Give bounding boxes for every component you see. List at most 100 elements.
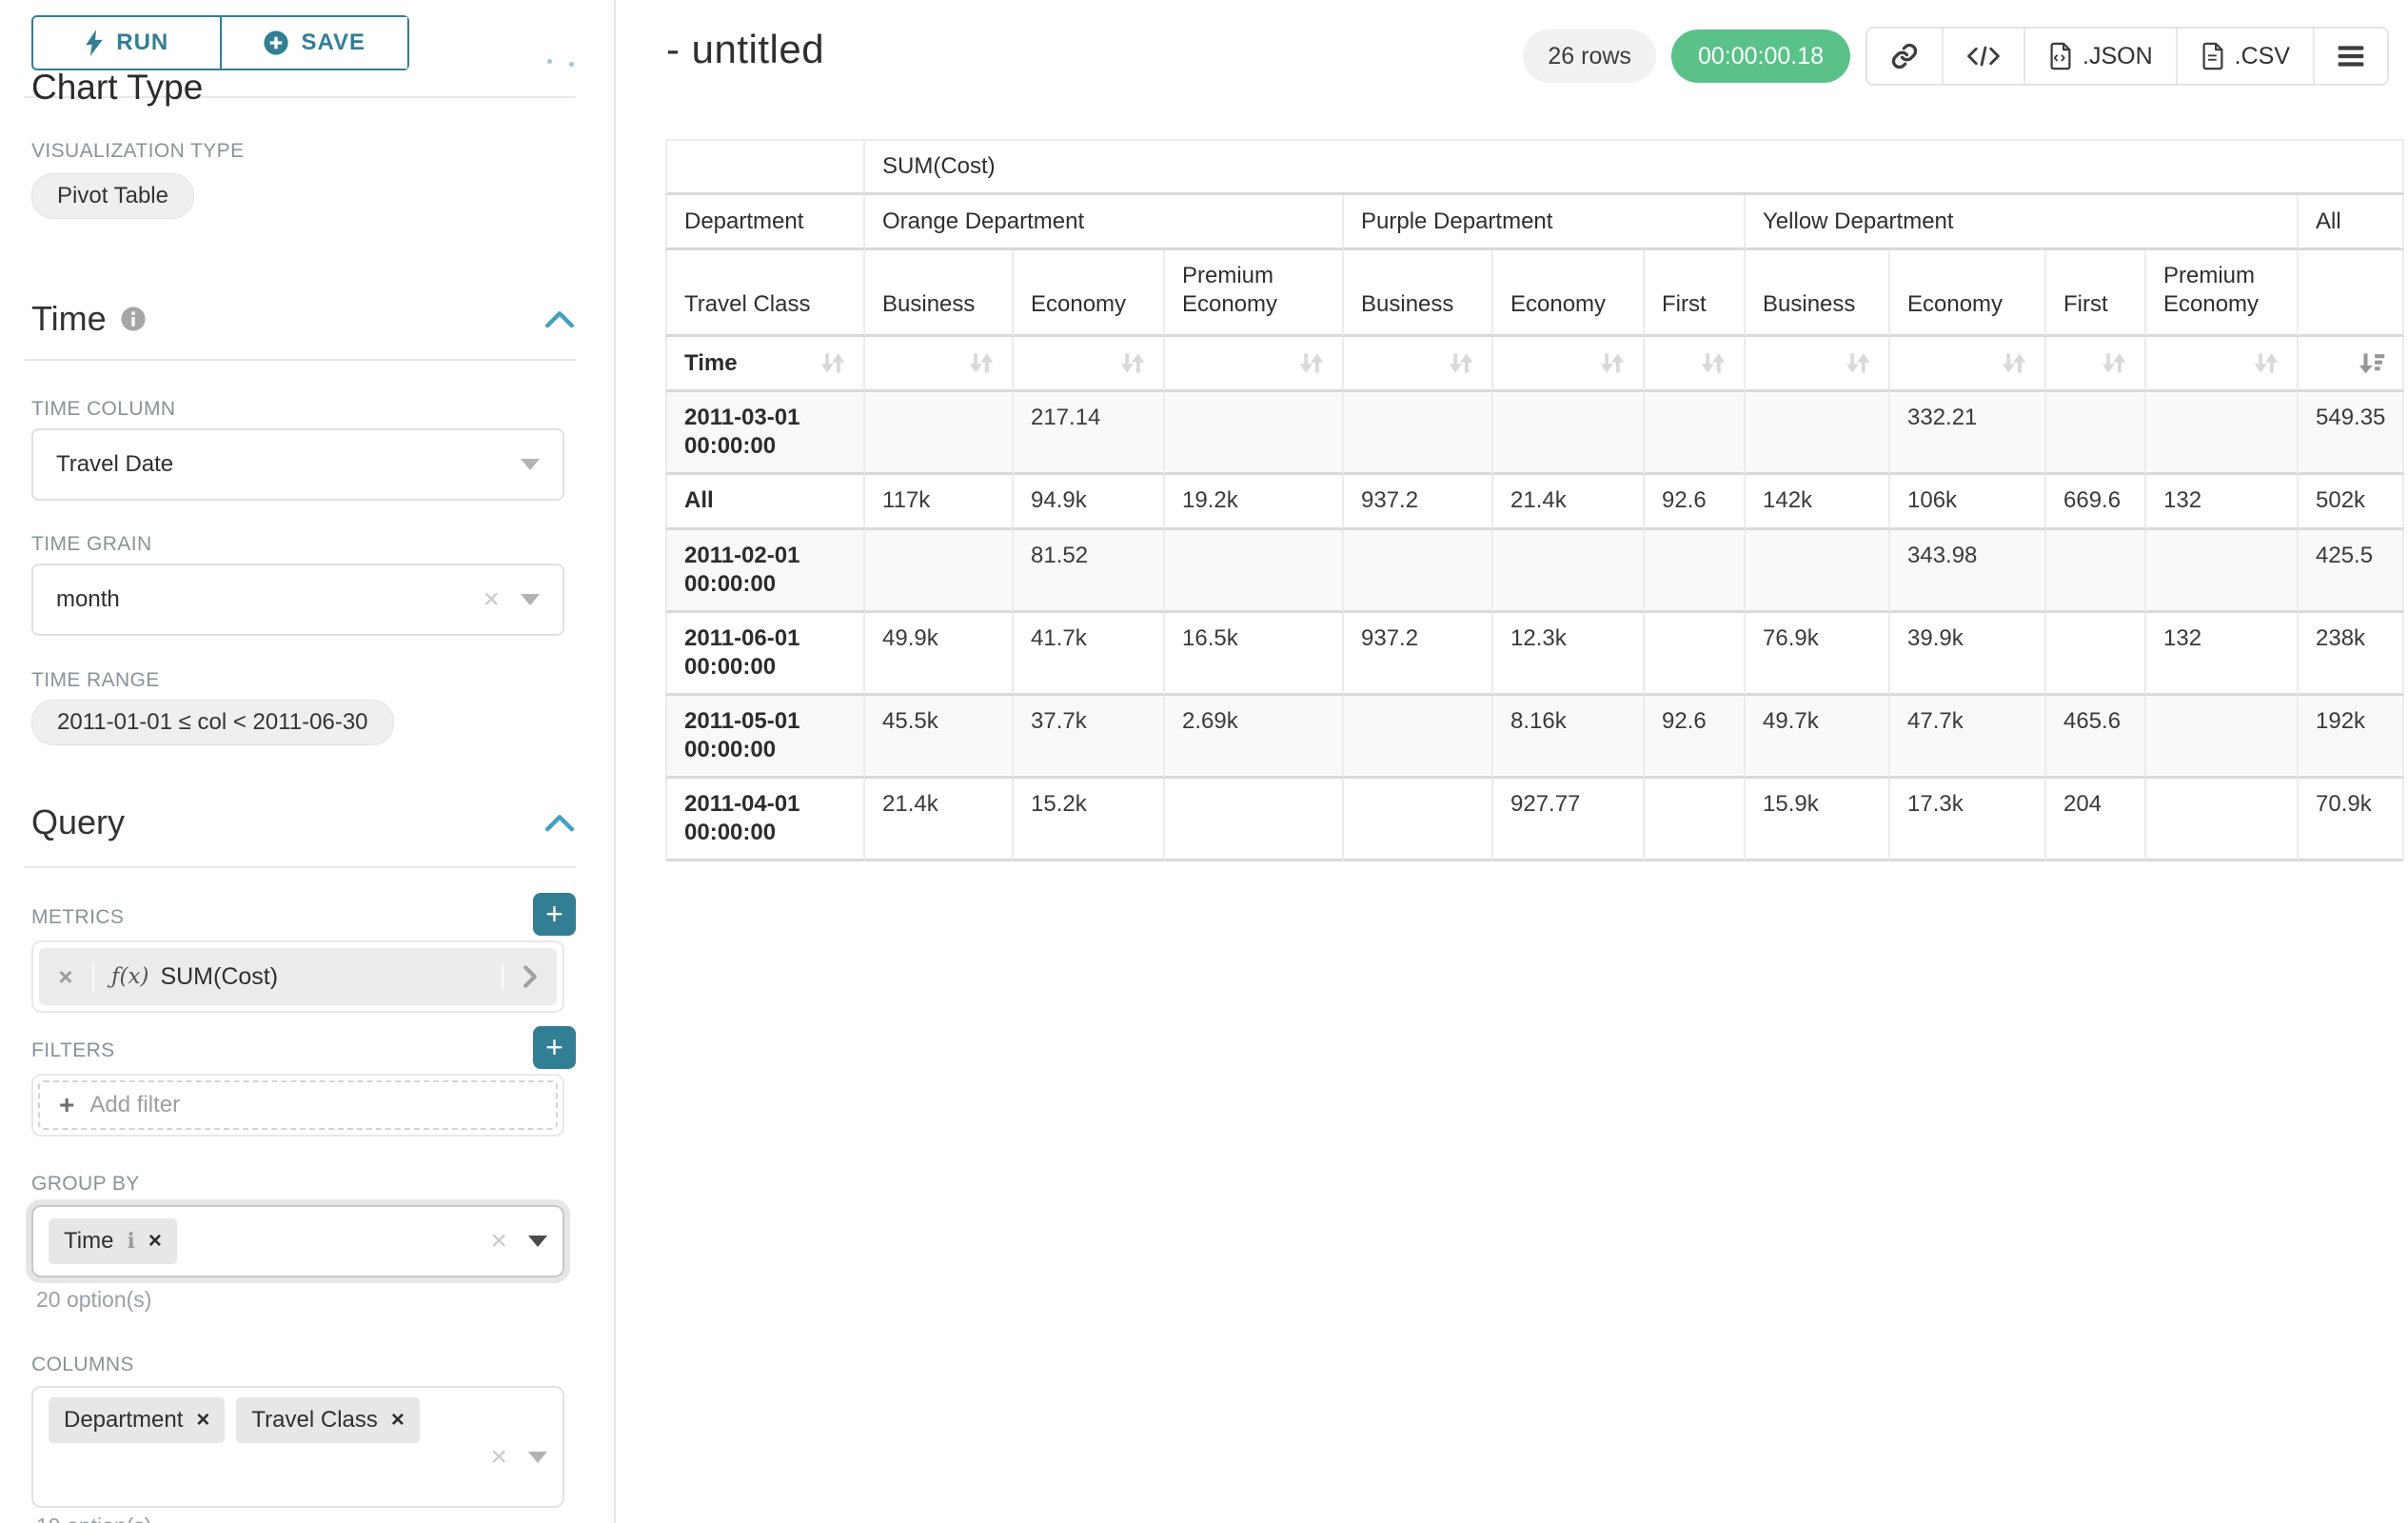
selected-option-chip[interactable]: Timei×	[49, 1218, 177, 1264]
pivot-sort-cell[interactable]	[1890, 337, 2046, 392]
add-filter-dropzone[interactable]: + Add filter	[38, 1080, 558, 1130]
add-metric-button[interactable]: +	[533, 893, 576, 936]
pivot-data-row: 2011-05-01 00:00:0045.5k37.7k2.69k8.16k9…	[665, 696, 2404, 779]
sort-icon	[1700, 351, 1727, 375]
selected-option-chip[interactable]: Travel Class×	[236, 1397, 419, 1443]
pivot-cell: 76.9k	[1746, 613, 1890, 696]
filters-label: FILTERS	[31, 1039, 115, 1062]
pivot-cell: 15.9k	[1746, 779, 1890, 861]
export-csv-label: .CSV	[2235, 43, 2290, 70]
pivot-cell: 8.16k	[1493, 696, 1645, 779]
caret-down-icon	[528, 1452, 547, 1463]
pivot-cell: 549.35	[2299, 392, 2404, 475]
sort-icon	[968, 351, 995, 375]
remove-metric-icon[interactable]: ×	[39, 962, 94, 992]
pivot-sort-cell[interactable]	[2146, 337, 2299, 392]
export-json-label: .JSON	[2082, 43, 2153, 70]
chevron-right-icon[interactable]	[523, 964, 538, 989]
pivot-sort-cell[interactable]	[2299, 337, 2404, 392]
time-row-label: Time	[684, 349, 738, 378]
run-save-button-group: RUN SAVE	[31, 15, 409, 70]
pivot-cell: 92.6	[1645, 475, 1746, 530]
pivot-cell: 425.5	[2299, 530, 2404, 613]
share-link-button[interactable]	[1867, 29, 1942, 84]
clear-icon[interactable]: ×	[490, 1227, 507, 1256]
selected-option-chip[interactable]: Department×	[49, 1397, 225, 1443]
pivot-cell	[1344, 696, 1493, 779]
time-grain-select[interactable]: month ×	[31, 564, 564, 636]
pivot-col-header: Economy	[1890, 250, 2046, 337]
pivot-cell: 502k	[2299, 475, 2404, 530]
pivot-data-row: 2011-03-01 00:00:00217.14332.21549.35	[665, 392, 2404, 475]
pivot-sort-cell[interactable]	[1165, 337, 1344, 392]
pivot-cell: 142k	[1746, 475, 1890, 530]
chevron-up-icon[interactable]	[543, 308, 576, 329]
pivot-cell: 2.69k	[1165, 696, 1344, 779]
pivot-cell: 204	[2046, 779, 2146, 861]
chevron-up-icon[interactable]	[543, 812, 576, 833]
group-by-label: GROUP BY	[31, 1173, 140, 1196]
info-icon	[120, 306, 147, 332]
plus-circle-icon	[263, 30, 289, 56]
add-filter-button[interactable]: +	[533, 1026, 576, 1069]
viz-type-pill[interactable]: Pivot Table	[31, 173, 194, 219]
code-icon	[1966, 44, 2001, 69]
pivot-department-label: Department	[665, 195, 865, 250]
chip-label: Time	[64, 1228, 113, 1255]
pivot-cell	[2146, 779, 2299, 861]
pivot-cell	[2046, 392, 2146, 475]
sort-icon	[1448, 351, 1474, 375]
pivot-travel-class-label: Travel Class	[665, 250, 865, 337]
menu-button[interactable]	[2313, 29, 2387, 84]
remove-chip-icon[interactable]: ×	[196, 1409, 209, 1432]
view-query-button[interactable]	[1942, 29, 2023, 84]
run-button[interactable]: RUN	[33, 17, 222, 69]
pivot-sort-cell[interactable]	[1645, 337, 1746, 392]
pivot-data-row: 2011-06-01 00:00:0049.9k41.7k16.5k937.21…	[665, 613, 2404, 696]
sort-icon	[2101, 351, 2127, 375]
save-button-label: SAVE	[301, 30, 365, 56]
columns-label: COLUMNS	[31, 1354, 134, 1376]
time-range-label: TIME RANGE	[31, 669, 160, 692]
remove-chip-icon[interactable]: ×	[148, 1230, 162, 1253]
pivot-cell: 17.3k	[1890, 779, 2046, 861]
metric-pill[interactable]: × ƒ(x) SUM(Cost)	[39, 948, 557, 1005]
superset-explore: Chart Type RUN SAVE VISUALIZATION TYPE P…	[0, 0, 2408, 1523]
remove-chip-icon[interactable]: ×	[391, 1409, 405, 1432]
result-toolbar: 26 rows 00:00:00.18 .JSON .CSV	[1523, 27, 2389, 86]
divider	[24, 866, 576, 868]
pivot-sort-cell[interactable]	[2046, 337, 2146, 392]
time-column-select[interactable]: Travel Date	[31, 428, 564, 501]
pivot-cell: 49.9k	[865, 613, 1014, 696]
pivot-sort-cell[interactable]	[1746, 337, 1890, 392]
pivot-row-label: 2011-03-01 00:00:00	[665, 392, 865, 475]
pivot-sort-cell[interactable]	[1014, 337, 1165, 392]
pivot-cell	[1645, 779, 1746, 861]
filters-box: + Add filter	[31, 1074, 564, 1137]
visualization-type-label: VISUALIZATION TYPE	[31, 140, 244, 163]
pivot-cell: 669.6	[2046, 475, 2146, 530]
pivot-cell	[1645, 392, 1746, 475]
export-csv-button[interactable]: .CSV	[2176, 29, 2313, 84]
pivot-col-group-header: Yellow Department	[1746, 195, 2299, 250]
pivot-sort-cell[interactable]	[1493, 337, 1645, 392]
hamburger-icon	[2338, 45, 2364, 68]
clear-icon[interactable]: ×	[483, 585, 500, 614]
sort-icon	[819, 351, 846, 375]
pivot-sort-cell[interactable]	[865, 337, 1014, 392]
pivot-sort-cell[interactable]	[1344, 337, 1493, 392]
save-button[interactable]: SAVE	[222, 17, 408, 69]
pivot-cell: 937.2	[1344, 475, 1493, 530]
group-by-select[interactable]: Timei× ×	[31, 1205, 564, 1277]
pivot-sort-cell[interactable]: Time	[665, 337, 865, 392]
chart-title[interactable]: - untitled	[666, 27, 824, 72]
pivot-cell	[2146, 696, 2299, 779]
time-range-pill[interactable]: 2011-01-01 ≤ col < 2011-06-30	[31, 700, 394, 745]
pivot-cell: 132	[2146, 475, 2299, 530]
sort-icon	[1845, 351, 1871, 375]
plus-icon: +	[59, 1090, 74, 1120]
columns-chips: Department×Travel Class×	[49, 1397, 547, 1443]
export-json-button[interactable]: .JSON	[2023, 29, 2176, 84]
clear-icon[interactable]: ×	[490, 1443, 507, 1472]
columns-select[interactable]: Department×Travel Class× ×	[31, 1386, 564, 1508]
